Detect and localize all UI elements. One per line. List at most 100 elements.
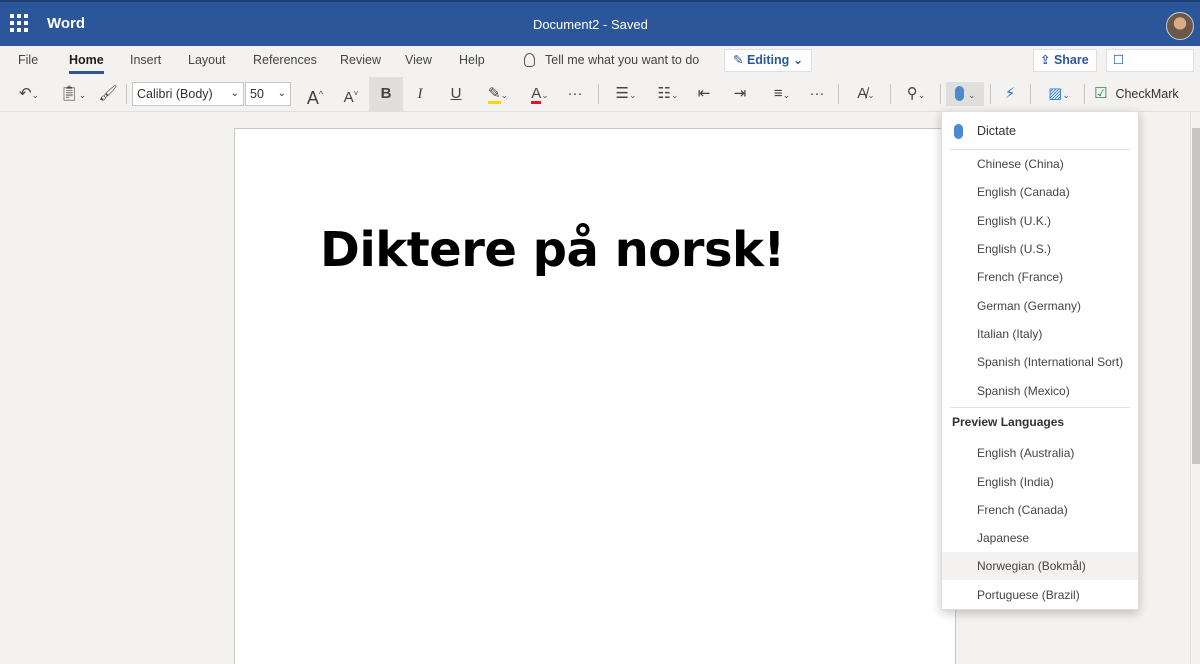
document-heading[interactable]: Diktere på norsk!	[320, 222, 785, 278]
font-color-icon: A	[531, 85, 542, 104]
shrink-font-button[interactable]: A˅	[338, 82, 364, 106]
menu-item-preview-language[interactable]: English (Australia)	[942, 439, 1138, 467]
menu-item-language[interactable]: English (U.S.)	[942, 235, 1138, 263]
align-button[interactable]: ≡⌄	[764, 82, 800, 106]
editor-button[interactable]: ⚡︎	[998, 82, 1022, 106]
tab-view[interactable]: View	[405, 53, 432, 67]
menu-item-language[interactable]: German (Germany)	[942, 292, 1138, 320]
comments-button[interactable]: ☐ Comments	[1106, 49, 1194, 88]
italic-button[interactable]: I	[408, 82, 432, 106]
undo-icon: ↶	[18, 85, 32, 102]
menu-item-preview-language[interactable]: English (India)	[942, 468, 1138, 496]
paintbrush-icon: 🖌︎	[98, 85, 118, 102]
font-size-select[interactable]: 50 ⌄	[245, 82, 291, 106]
menu-item-language[interactable]: Italian (Italy)	[942, 320, 1138, 348]
editing-mode-button[interactable]: ✎ Editing ⌄	[724, 49, 813, 72]
checkmark-icon: ☑	[1094, 85, 1108, 102]
find-button[interactable]: ⚲⌄	[898, 82, 934, 106]
menu-item-language[interactable]: Chinese (China)	[942, 150, 1138, 178]
search-icon: ⚲	[906, 85, 918, 102]
styles-button[interactable]: A̸⌄	[848, 82, 884, 106]
chevron-down-icon: ⌄	[657, 20, 668, 32]
menu-item-preview-language[interactable]: Japanese	[942, 524, 1138, 552]
toolbar-divider	[940, 84, 941, 104]
dictate-language-menu: Dictate Chinese (China) English (Canada)…	[941, 111, 1139, 610]
menu-item-dictate-label: Dictate	[977, 124, 1016, 138]
chevron-down-icon: ⌄	[867, 90, 875, 100]
chevron-down-icon: ⌄	[670, 90, 679, 100]
menu-item-dictate[interactable]: Dictate	[942, 116, 1138, 146]
font-name-value: Calibri (Body)	[137, 87, 213, 101]
numbering-button[interactable]: ☷⌄	[650, 82, 686, 106]
document-title[interactable]: Document2 - Saved ⌄	[0, 17, 1200, 32]
styles-icon: A̸	[857, 85, 868, 102]
checkmark-addin-button[interactable]: ☑ CheckMark	[1094, 82, 1179, 106]
paste-button[interactable]: 📋︎⌄	[56, 82, 90, 106]
chevron-down-icon: ⌄	[78, 90, 87, 100]
tab-references[interactable]: References	[253, 53, 317, 67]
menu-item-language[interactable]: English (Canada)	[942, 178, 1138, 206]
document-title-text: Document2 - Saved	[532, 17, 648, 32]
menu-item-language[interactable]: Spanish (International Sort)	[942, 348, 1138, 376]
tab-file[interactable]: File	[18, 53, 38, 67]
menu-item-preview-language[interactable]: French (Canada)	[942, 496, 1138, 524]
grow-font-icon: A^	[306, 88, 324, 108]
menu-item-language[interactable]: English (U.K.)	[942, 207, 1138, 235]
document-page[interactable]	[234, 128, 956, 664]
chevron-down-icon: ⌄	[1062, 90, 1070, 100]
tell-me-search[interactable]: Tell me what you want to do	[524, 53, 699, 67]
increase-indent-button[interactable]: ⇥	[728, 82, 752, 106]
toolbar-divider	[126, 84, 127, 104]
chevron-down-icon: ⌄	[917, 90, 926, 100]
scrollbar-thumb[interactable]	[1192, 128, 1200, 464]
decrease-indent-button[interactable]: ⇤	[692, 82, 716, 106]
undo-button[interactable]: ↶⌄	[12, 82, 46, 106]
menu-item-preview-language[interactable]: Portuguese (Brazil)	[942, 581, 1138, 609]
underline-button[interactable]: U	[444, 82, 468, 106]
chevron-down-icon: ⌄	[541, 90, 549, 100]
bold-button[interactable]: B	[369, 77, 403, 111]
grow-font-button[interactable]: A^	[302, 82, 328, 108]
menu-item-language[interactable]: French (France)	[942, 263, 1138, 291]
chevron-down-icon: ⌄	[277, 88, 286, 99]
chevron-down-icon: ⌄	[31, 90, 40, 100]
toolbar-divider	[990, 84, 991, 104]
designer-button[interactable]: ▨⌄	[1040, 82, 1078, 106]
font-size-value: 50	[250, 87, 264, 101]
chevron-down-icon: ⌄	[628, 90, 637, 100]
preview-languages-header: Preview Languages	[952, 415, 1065, 429]
menu-item-preview-language-selected[interactable]: Norwegian (Bokmål)	[942, 552, 1138, 580]
more-paragraph-options-button[interactable]: ···	[804, 82, 830, 106]
avatar[interactable]	[1166, 12, 1194, 40]
align-icon: ≡	[773, 85, 783, 102]
tab-insert[interactable]: Insert	[130, 53, 161, 67]
shrink-font-icon: A˅	[343, 89, 359, 106]
chevron-down-icon: ⌄	[500, 90, 509, 100]
format-painter-button[interactable]: 🖌︎	[96, 82, 120, 106]
more-font-options-button[interactable]: ···	[562, 82, 588, 106]
font-color-button[interactable]: A⌄	[522, 82, 558, 106]
vertical-scrollbar[interactable]	[1190, 112, 1200, 664]
chevron-down-icon: ⌄	[782, 90, 791, 100]
dictate-button[interactable]: ⌄	[946, 82, 984, 106]
highlighter-icon: ✎	[487, 85, 501, 104]
toolbar-divider	[838, 84, 839, 104]
highlight-color-button[interactable]: ✎⌄	[480, 82, 516, 106]
lightbulb-icon	[524, 53, 535, 67]
decrease-indent-icon: ⇤	[697, 85, 711, 102]
microphone-icon	[954, 86, 964, 101]
tab-layout[interactable]: Layout	[188, 53, 226, 67]
tab-home[interactable]: Home	[69, 53, 104, 74]
tab-review[interactable]: Review	[340, 53, 381, 67]
bullets-button[interactable]: ☰⌄	[608, 82, 644, 106]
share-button[interactable]: ⇪ Share	[1033, 49, 1097, 72]
numbered-list-icon: ☷	[657, 85, 671, 102]
menu-item-language[interactable]: Spanish (Mexico)	[942, 377, 1138, 405]
tell-me-text: Tell me what you want to do	[545, 53, 700, 67]
chevron-down-icon: ⌄	[967, 90, 976, 100]
lightning-icon: ⚡︎	[1004, 85, 1016, 102]
tab-help[interactable]: Help	[459, 53, 485, 67]
title-bar: Word Document2 - Saved ⌄	[0, 0, 1200, 46]
font-name-select[interactable]: Calibri (Body) ⌄	[132, 82, 244, 106]
chevron-down-icon: ⌄	[230, 88, 239, 99]
